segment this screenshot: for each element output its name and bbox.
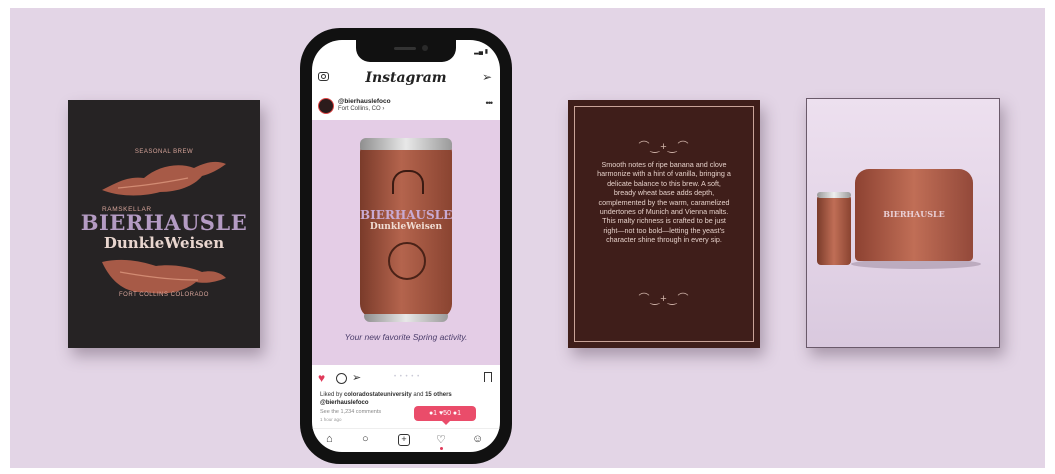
post-location-text: Fort Collins, CO	[338, 106, 381, 112]
flourish-top: ⌒‿+‿⌒	[638, 141, 690, 153]
search-icon[interactable]: ○	[362, 433, 369, 445]
see-comments-link[interactable]: See the 1,234 comments	[320, 409, 381, 415]
pack-label: BIERHAUSLE	[883, 209, 945, 219]
front-camera	[422, 45, 428, 51]
flourish-bottom: ⌒‿+‿⌒	[638, 293, 690, 305]
bierhausle-poster: SEASONAL BREW RAMSKELLAR BIERHAUSLE Dunk…	[68, 100, 260, 348]
post-image[interactable]: BIERHAUSLE DunkleWeisen Your new favorit…	[312, 120, 500, 365]
seasonal-brew-label: SEASONAL BREW	[134, 149, 194, 155]
leaping-hare-top-illustration	[102, 161, 226, 196]
avatar[interactable]	[318, 98, 334, 114]
carousel-indicator: • • • • •	[394, 374, 421, 380]
location-label: FORT COLLINS COLORADO	[119, 292, 209, 298]
post-timestamp: 1 hour ago	[320, 417, 342, 422]
post-location[interactable]: Fort Collins, CO ›	[338, 106, 384, 112]
heart-icon[interactable]: ♥	[318, 371, 325, 385]
liked-others[interactable]: 15 others	[425, 392, 452, 398]
speaker	[394, 47, 416, 50]
comment-icon[interactable]	[336, 373, 347, 384]
can-beer-name: DunkleWeisen	[369, 222, 443, 232]
liked-and: and	[413, 392, 424, 398]
status-icons: ▂▄ ▮	[474, 49, 488, 55]
post-author[interactable]: @bierhauslefoco	[320, 400, 369, 406]
share-icon[interactable]: ➢	[352, 371, 361, 384]
can-brand: BIERHAUSLE	[360, 208, 453, 222]
can-clock-ornament	[388, 242, 426, 280]
phone-screen: ▂▄ ▮ Instagram ➢ @bierhauslefoco Fort Co…	[312, 40, 500, 452]
mockup-stage: SEASONAL BREW RAMSKELLAR BIERHAUSLE Dunk…	[10, 8, 1045, 468]
post-actions: ♥ ➢ • • • • •	[312, 371, 500, 388]
more-options-icon[interactable]: •••	[486, 98, 494, 108]
home-icon[interactable]: ⌂	[326, 433, 333, 445]
liked-prefix: Liked by	[320, 392, 343, 398]
profile-icon[interactable]: ☺	[472, 433, 483, 445]
post-header: @bierhauslefoco Fort Collins, CO › •••	[312, 96, 500, 120]
single-can	[817, 192, 851, 265]
six-pack-photo: BIERHAUSLE	[806, 98, 1000, 348]
chevron-right-icon: ›	[382, 106, 385, 112]
activity-icon[interactable]: ♡	[436, 433, 446, 450]
beer-can-illustration: BIERHAUSLE DunkleWeisen	[360, 138, 453, 322]
tasting-description: Smooth notes of ripe banana and clove ha…	[597, 160, 731, 245]
bottom-tab-bar: ⌂ ○ + ♡ ☺	[312, 428, 500, 451]
post-username[interactable]: @bierhauslefoco	[338, 98, 391, 105]
bookmark-icon[interactable]	[484, 372, 492, 382]
tasting-notes-poster: ⌒‿+‿⌒ Smooth notes of ripe banana and cl…	[568, 100, 760, 348]
can-top	[360, 138, 452, 150]
phone-notch	[356, 40, 456, 62]
phone-mockup: ▂▄ ▮ Instagram ➢ @bierhauslefoco Fort Co…	[300, 28, 512, 464]
post-caption: Your new favorite Spring activity.	[344, 332, 468, 342]
liked-user[interactable]: coloradostateuniversity	[344, 392, 412, 398]
can-arch-ornament	[392, 170, 424, 194]
send-icon[interactable]: ➢	[482, 70, 492, 84]
instagram-header: Instagram ➢	[312, 66, 500, 92]
can-bottom	[364, 314, 448, 322]
brand-title: BIERHAUSLE	[80, 210, 248, 235]
add-icon[interactable]: +	[398, 434, 410, 446]
notification-badge[interactable]: ●1 ♥50 ●1	[414, 406, 476, 425]
can-lid	[817, 192, 851, 198]
instagram-logo: Instagram	[365, 70, 447, 86]
six-pack-carrier: BIERHAUSLE	[855, 169, 973, 261]
likes-summary: Liked by coloradostateuniversity and 15 …	[320, 392, 452, 398]
